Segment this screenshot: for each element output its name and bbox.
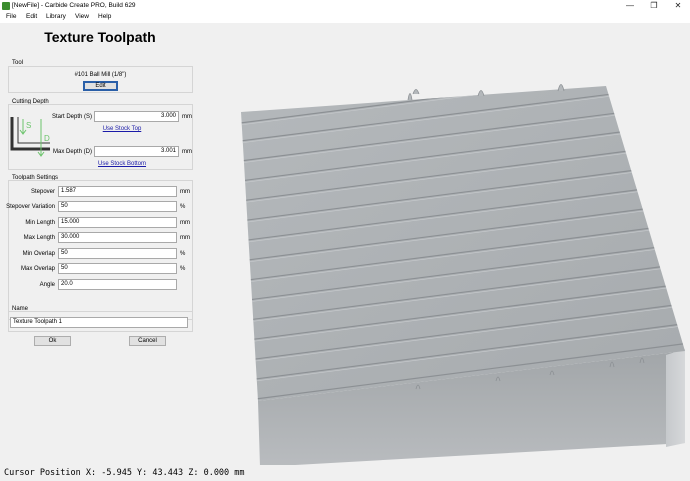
min-length-field[interactable]: 15.000 — [58, 217, 177, 228]
max-length-unit: mm — [180, 235, 190, 241]
max-overlap-label: Max Overlap — [20, 266, 55, 272]
max-depth-unit: mm — [182, 149, 192, 155]
stock-top-face — [241, 86, 685, 401]
stepover-variation-field[interactable]: 50 — [58, 201, 177, 212]
max-depth-field[interactable]: 3.001 — [94, 146, 179, 157]
min-overlap-unit: % — [180, 251, 186, 257]
ok-button[interactable]: Ok — [34, 336, 71, 346]
edit-tool-button[interactable]: Edit — [83, 81, 118, 91]
start-depth-unit: mm — [182, 114, 192, 120]
stepover-variation-unit: % — [180, 204, 186, 210]
status-bar: Cursor Position X: -5.945 Y: 43.443 Z: 0… — [0, 465, 690, 481]
stepover-variation-label: Stepover Variation — [6, 204, 55, 210]
max-length-label: Max Length — [23, 235, 55, 241]
use-stock-bottom-link[interactable]: Use Stock Bottom — [94, 161, 150, 167]
title-bar: [NewFile] - Carbide Create PRO, Build 62… — [0, 0, 690, 12]
texture-preview — [241, 84, 685, 467]
min-overlap-label: Min Overlap — [22, 251, 55, 257]
max-overlap-unit: % — [180, 266, 186, 272]
min-length-label: Min Length — [25, 220, 55, 226]
menu-library[interactable]: Library — [46, 13, 66, 20]
app-icon — [2, 2, 10, 10]
start-depth-field[interactable]: 3.000 — [94, 111, 179, 122]
stepover-field[interactable]: 1.587 — [58, 186, 177, 197]
stepover-label: Stepover — [30, 189, 55, 195]
window-title: [NewFile] - Carbide Create PRO, Build 62… — [12, 2, 136, 9]
menu-edit[interactable]: Edit — [26, 13, 37, 20]
use-stock-top-link[interactable]: Use Stock Top — [94, 126, 150, 132]
panel-heading: Texture Toolpath — [44, 29, 156, 45]
maximize-icon[interactable]: ❐ — [642, 0, 666, 12]
menu-file[interactable]: File — [6, 13, 16, 20]
min-length-unit: mm — [180, 220, 190, 226]
diagram-d-label: D — [44, 134, 50, 143]
max-overlap-field[interactable]: 50 — [58, 263, 177, 274]
close-icon[interactable]: ✕ — [666, 0, 690, 12]
menu-bar: File Edit Library View Help — [0, 12, 690, 23]
diagram-s-label: S — [26, 121, 31, 130]
cancel-button[interactable]: Cancel — [129, 336, 166, 346]
min-overlap-field[interactable]: 50 — [58, 248, 177, 259]
max-depth-label: Max Depth (D) — [52, 149, 92, 155]
menu-help[interactable]: Help — [98, 13, 111, 20]
toolpath-name-field[interactable]: Texture Toolpath 1 — [10, 317, 188, 328]
stepover-unit: mm — [180, 189, 190, 195]
tool-name: #101 Ball Mill (1/8") — [74, 72, 127, 78]
stock-side-face — [666, 349, 685, 447]
max-length-field[interactable]: 30.000 — [58, 232, 177, 243]
preview-viewport[interactable] — [200, 23, 690, 467]
toolpath-panel: Texture Toolpath Tool #101 Ball Mill (1/… — [0, 23, 200, 465]
cursor-position: Cursor Position X: -5.945 Y: 43.443 Z: 0… — [4, 468, 245, 478]
angle-field[interactable]: 20.0 — [58, 279, 177, 290]
minimize-icon[interactable]: — — [618, 0, 642, 12]
menu-view[interactable]: View — [75, 13, 89, 20]
start-depth-label: Start Depth (S) — [51, 114, 92, 120]
angle-label: Angle — [39, 282, 55, 288]
